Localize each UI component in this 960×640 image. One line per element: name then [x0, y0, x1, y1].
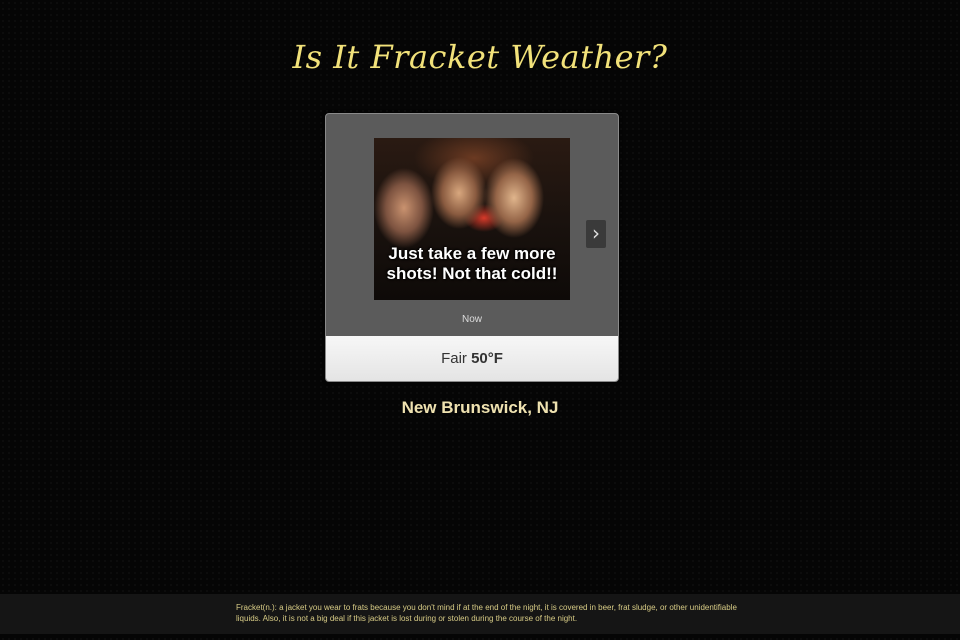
condition-bar: Fair 50°F: [326, 336, 618, 381]
footer-definition: Fracket(n.): a jacket you wear to frats …: [236, 603, 737, 623]
photo-caption: Just take a few more shots! Not that col…: [386, 244, 558, 283]
condition-text: Fair: [441, 350, 472, 367]
chevron-right-icon[interactable]: ›: [586, 220, 606, 248]
temperature-value: 50°F: [471, 350, 503, 367]
weather-photo: Just take a few more shots! Not that col…: [374, 138, 570, 300]
weather-widget: Just take a few more shots! Not that col…: [325, 113, 619, 382]
time-label: Now: [461, 314, 482, 325]
location-name: New Brunswick, NJ: [401, 398, 559, 417]
page-title: Is It Fracket Weather?: [292, 38, 668, 76]
footer: Fracket(n.): a jacket you wear to frats …: [0, 594, 960, 634]
